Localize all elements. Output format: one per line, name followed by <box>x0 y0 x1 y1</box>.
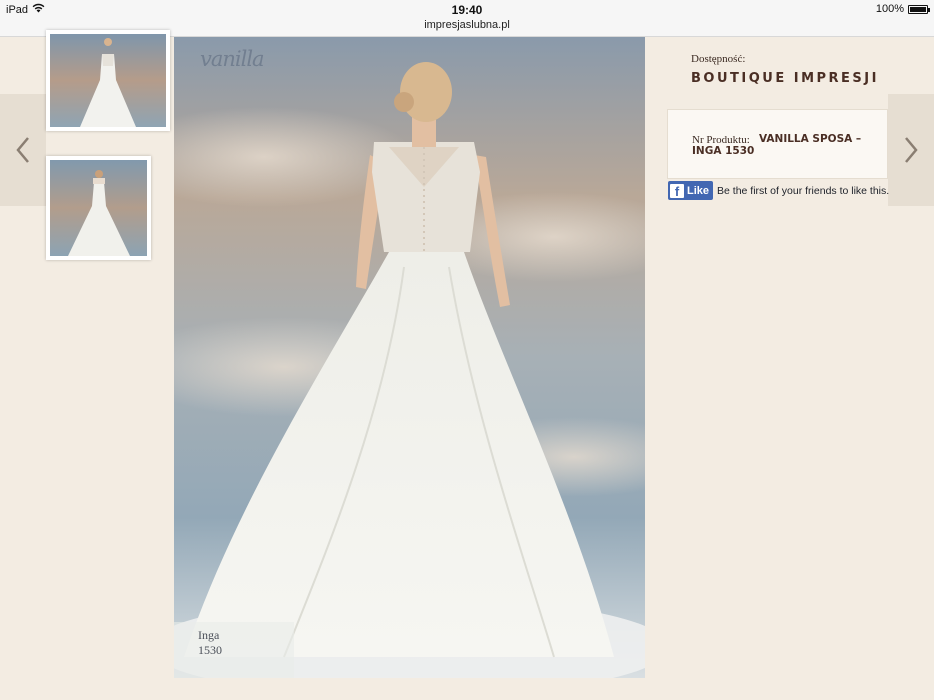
facebook-like-button[interactable]: f Like <box>668 181 714 200</box>
status-time: 19:40 <box>451 3 483 17</box>
thumbnail-front-image <box>50 34 166 127</box>
chevron-left-icon <box>16 137 29 163</box>
thumbnail-back[interactable] <box>46 156 151 260</box>
battery-percentage: 100% <box>875 3 904 15</box>
like-label: Like <box>687 184 710 197</box>
dress-photo <box>174 37 645 678</box>
facebook-social-text: Be the first of your friends to like thi… <box>717 184 890 197</box>
thumbnail-back-image <box>50 160 147 256</box>
next-button[interactable] <box>888 94 934 206</box>
battery-level <box>910 6 926 12</box>
facebook-like-widget: f Like Be the first of your friends to l… <box>668 181 889 200</box>
product-number-box: Nr Produktu: VANILLA SPOSA – INGA 1530 <box>667 109 888 179</box>
thumbnail-front[interactable] <box>46 30 170 131</box>
previous-button[interactable] <box>0 94 46 206</box>
product-number-text: VANILLA SPOSA – INGA 1530 <box>692 133 862 157</box>
dress-model-name: Inga <box>198 628 220 642</box>
brand-logo: vanilla <box>200 47 265 71</box>
battery-icon <box>908 4 930 14</box>
status-right: 100% <box>875 3 930 15</box>
chevron-right-icon <box>905 137 918 163</box>
facebook-icon: f <box>670 183 684 198</box>
dress-model-number: 1530 <box>198 643 222 657</box>
main-product-image[interactable]: vanilla Inga 1530 <box>174 37 645 678</box>
availability-label: Dostępność: <box>691 53 746 65</box>
product-number-value: VANILLA SPOSA – INGA 1530 <box>692 133 872 157</box>
availability-value: BOUTIQUE IMPRESJI <box>691 71 879 86</box>
